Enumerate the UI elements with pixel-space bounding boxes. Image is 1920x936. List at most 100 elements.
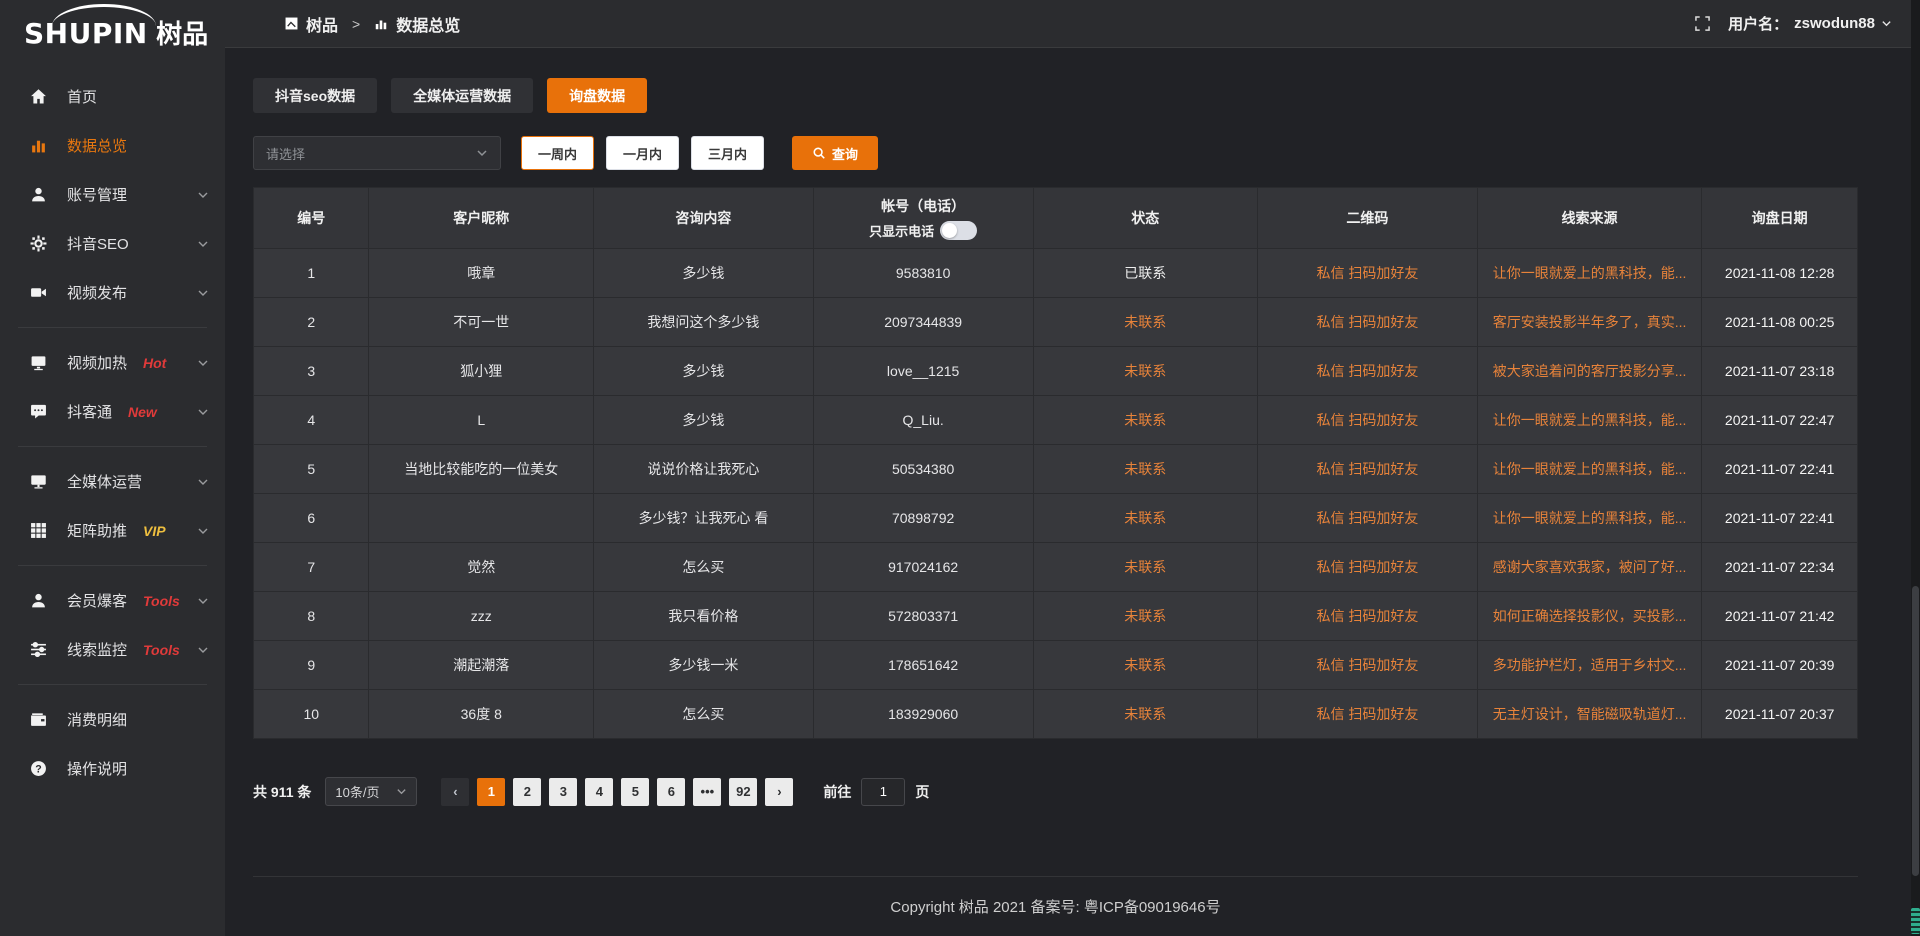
account-phone: love__1215 — [813, 347, 1033, 396]
sidebar-divider — [18, 327, 207, 328]
sidebar-item-data-overview[interactable]: 数据总览 — [0, 121, 225, 170]
status-label: 未联系 — [1033, 396, 1258, 445]
page-button-1[interactable]: 1 — [477, 778, 505, 806]
sidebar-item-member-baoke[interactable]: 会员爆客Tools — [0, 576, 225, 625]
breadcrumb: 树品 > 数据总览 — [285, 12, 460, 36]
breadcrumb-chart-icon — [374, 17, 388, 31]
lead-source[interactable]: 如何正确选择投影仪，买投影... — [1477, 592, 1702, 641]
range-button-1[interactable]: 一月内 — [606, 136, 679, 170]
scrollbar-thumb[interactable] — [1912, 586, 1919, 876]
qr-links[interactable]: 私信 扫码加好友 — [1258, 396, 1478, 445]
toggle-knob — [942, 223, 957, 238]
next-page-button[interactable]: › — [765, 778, 793, 806]
prev-page-button[interactable]: ‹ — [441, 778, 469, 806]
qr-links[interactable]: 私信 扫码加好友 — [1258, 690, 1478, 739]
lead-source[interactable]: 让你一眼就爱上的黑科技，能... — [1477, 445, 1702, 494]
qr-links[interactable]: 私信 扫码加好友 — [1258, 249, 1478, 298]
page-button-4[interactable]: 4 — [585, 778, 613, 806]
goto-page-input[interactable] — [861, 778, 905, 806]
sidebar-item-help[interactable]: ?操作说明 — [0, 744, 225, 793]
home-icon — [30, 88, 47, 105]
user-menu[interactable]: 用户名：zswodun88 — [1728, 13, 1892, 34]
table-header-row: 编号客户昵称咨询内容帐号（电话）只显示电话状态二维码线索来源询盘日期 — [254, 188, 1858, 249]
more-pages-button[interactable]: ••• — [693, 778, 721, 806]
gear-icon — [30, 235, 47, 252]
sidebar-item-media-operation[interactable]: 全媒体运营 — [0, 457, 225, 506]
app-root: SHUPIN 树品 首页数据总览账号管理抖音SEO视频发布视频加热Hot抖客通N… — [0, 0, 1920, 936]
phone-only-label: 只显示电话 — [869, 221, 934, 240]
qr-links[interactable]: 私信 扫码加好友 — [1258, 641, 1478, 690]
sidebar-item-video-publish[interactable]: 视频发布 — [0, 268, 225, 317]
phone-only-row: 只显示电话 — [814, 221, 1033, 240]
lead-source[interactable]: 多功能护栏灯，适用于乡村文... — [1477, 641, 1702, 690]
table-row: 6多少钱？让我死心 看70898792未联系私信 扫码加好友让你一眼就爱上的黑科… — [254, 494, 1858, 543]
page-button-2[interactable]: 2 — [513, 778, 541, 806]
row-index: 5 — [254, 445, 369, 494]
row-index: 2 — [254, 298, 369, 347]
lead-source[interactable]: 感谢大家喜欢我家，被问了好... — [1477, 543, 1702, 592]
inquiry-date: 2021-11-07 21:42 — [1702, 592, 1858, 641]
qr-links[interactable]: 私信 扫码加好友 — [1258, 494, 1478, 543]
chevron-down-icon — [396, 786, 407, 797]
breadcrumb-root[interactable]: 树品 — [306, 12, 338, 36]
inquiry-content: 多少钱？让我死心 看 — [594, 494, 814, 543]
sidebar-item-label: 矩阵助推 — [67, 520, 127, 541]
status-label: 未联系 — [1033, 298, 1258, 347]
status-label: 未联系 — [1033, 543, 1258, 592]
lead-source[interactable]: 客厅安装投影半年多了，真实... — [1477, 298, 1702, 347]
filter-row: 请选择 一周内一月内三月内 查询 — [253, 136, 1858, 170]
tab-inquiry-data[interactable]: 询盘数据 — [547, 78, 647, 113]
table-row: 7觉然怎么买917024162未联系私信 扫码加好友感谢大家喜欢我家，被问了好.… — [254, 543, 1858, 592]
sidebar-item-consume-detail[interactable]: 消费明细 — [0, 695, 225, 744]
chevron-down-icon — [197, 357, 209, 369]
sidebar-item-douketong[interactable]: 抖客通New — [0, 387, 225, 436]
page-button-5[interactable]: 5 — [621, 778, 649, 806]
range-button-2[interactable]: 三月内 — [691, 136, 764, 170]
chevron-down-icon — [197, 238, 209, 250]
sidebar-item-video-heat[interactable]: 视频加热Hot — [0, 338, 225, 387]
lead-source[interactable]: 让你一眼就爱上的黑科技，能... — [1477, 494, 1702, 543]
tab-douyin-seo-data[interactable]: 抖音seo数据 — [253, 78, 377, 113]
sidebar-item-home[interactable]: 首页 — [0, 72, 225, 121]
account-phone: Q_Liu. — [813, 396, 1033, 445]
qr-links[interactable]: 私信 扫码加好友 — [1258, 592, 1478, 641]
page-size-select[interactable]: 10条/页 — [325, 777, 417, 806]
qr-links[interactable]: 私信 扫码加好友 — [1258, 445, 1478, 494]
sidebar-item-matrix-boost[interactable]: 矩阵助推VIP — [0, 506, 225, 555]
qr-links[interactable]: 私信 扫码加好友 — [1258, 298, 1478, 347]
fullscreen-icon[interactable] — [1695, 16, 1710, 31]
sidebar-item-account-manage[interactable]: 账号管理 — [0, 170, 225, 219]
lead-source[interactable]: 被大家追着问的客厅投影分享... — [1477, 347, 1702, 396]
sidebar-item-label: 线索监控 — [67, 639, 127, 660]
query-button[interactable]: 查询 — [792, 136, 878, 170]
range-button-0[interactable]: 一周内 — [521, 136, 594, 170]
sidebar-item-clue-monitor[interactable]: 线索监控Tools — [0, 625, 225, 674]
sidebar-item-label: 账号管理 — [67, 184, 127, 205]
table-row: 3狐小狸多少钱love__1215未联系私信 扫码加好友被大家追着问的客厅投影分… — [254, 347, 1858, 396]
lead-source[interactable]: 让你一眼就爱上的黑科技，能... — [1477, 249, 1702, 298]
status-label: 未联系 — [1033, 494, 1258, 543]
content: 抖音seo数据全媒体运营数据询盘数据 请选择 一周内一月内三月内 查询 编号客户… — [225, 48, 1920, 936]
sidebar-item-label: 会员爆客 — [67, 590, 127, 611]
status-label: 已联系 — [1033, 249, 1258, 298]
page-button-3[interactable]: 3 — [549, 778, 577, 806]
tab-media-operation-data[interactable]: 全媒体运营数据 — [391, 78, 533, 113]
lead-source[interactable]: 让你一眼就爱上的黑科技，能... — [1477, 396, 1702, 445]
status-label: 未联系 — [1033, 592, 1258, 641]
topbar: 树品 > 数据总览 用户名：zswodun88 — [225, 0, 1920, 48]
qr-links[interactable]: 私信 扫码加好友 — [1258, 543, 1478, 592]
column-header: 状态 — [1033, 188, 1258, 249]
page-suffix-label: 页 — [915, 782, 929, 802]
sidebar-item-douyin-seo[interactable]: 抖音SEO — [0, 219, 225, 268]
phone-only-toggle[interactable] — [940, 221, 977, 240]
inquiry-content: 我只看价格 — [594, 592, 814, 641]
inquiry-content: 说说价格让我死心 — [594, 445, 814, 494]
qr-links[interactable]: 私信 扫码加好友 — [1258, 347, 1478, 396]
chevron-down-icon — [1881, 18, 1892, 29]
lead-source[interactable]: 无主灯设计，智能磁吸轨道灯... — [1477, 690, 1702, 739]
page-button-6[interactable]: 6 — [657, 778, 685, 806]
scrollbar[interactable] — [1911, 0, 1920, 936]
inquiry-content: 多少钱 — [594, 396, 814, 445]
page-button-92[interactable]: 92 — [729, 778, 757, 806]
account-select[interactable]: 请选择 — [253, 136, 501, 170]
